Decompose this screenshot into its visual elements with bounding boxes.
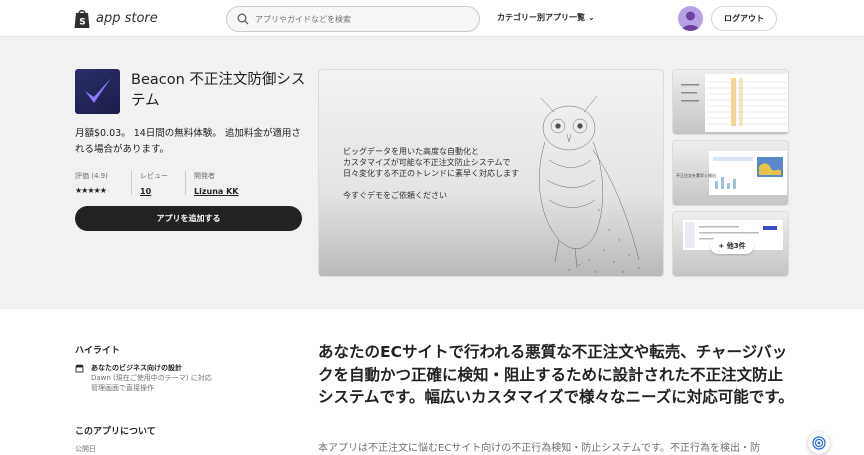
search-box[interactable]: [226, 6, 480, 32]
highlight-item: あなたのビジネス向けの設計 Dawn (現在ご使用中のテーマ) に対応 管理画面…: [75, 363, 212, 393]
pricing-text: 月額$0.03。 14日間の無料体験。 追加料金が適用される場合があります。: [75, 128, 301, 155]
developer-block: 開発者 Lizuna KK: [194, 171, 238, 196]
logo-text: app store: [96, 11, 158, 26]
app-icon: [75, 69, 120, 114]
screenshot-caption: ビッグデータを用いた高度な自動化と カスタマイズが可能な不正注文防止システムで …: [343, 146, 519, 201]
top-header: S app store カテゴリー別アプリ一覧 ⌄ ログアウト: [0, 0, 864, 37]
owl-illustration: [539, 95, 640, 273]
logout-button[interactable]: ログアウト: [711, 6, 777, 31]
screenshot-thumbnail[interactable]: [672, 69, 789, 135]
categories-label: カテゴリー別アプリ一覧: [497, 13, 585, 22]
developer-label: 開発者: [194, 172, 215, 180]
caption-line: ビッグデータを用いた高度な自動化と: [343, 147, 479, 156]
search-icon: [237, 13, 249, 25]
meta-divider: [131, 171, 132, 195]
add-app-button[interactable]: アプリを追加する: [75, 206, 302, 231]
published-label: 公開日: [75, 445, 96, 453]
shopify-bag-icon: S: [74, 9, 90, 28]
chat-spiral-icon: [812, 436, 826, 450]
checkmark-logo-icon: [85, 78, 111, 103]
analytics-map-preview: 不正注文を素早く検出: [676, 151, 787, 195]
highlight-heading: あなたのビジネス向けの設計: [91, 364, 182, 372]
screenshot-thumbnail[interactable]: 不正注文を素早く検出: [672, 140, 789, 206]
main-screenshot[interactable]: ビッグデータを用いた高度な自動化と カスタマイズが可能な不正注文防止システムで …: [318, 69, 664, 277]
categories-menu[interactable]: カテゴリー別アプリ一覧 ⌄: [497, 12, 595, 23]
svg-text:S: S: [79, 18, 85, 28]
meta-divider: [185, 171, 186, 195]
description-body: 本アプリは不正注文に悩むECサイト向けの不正行為検知・防止システムです。不正行為…: [318, 443, 761, 454]
reviews-block: レビュー 10: [140, 171, 168, 196]
highlight-detail: Dawn (現在ご使用中のテーマ) に対応: [91, 374, 212, 382]
app-store-logo[interactable]: S app store: [73, 8, 158, 29]
screenshot-thumbnail[interactable]: + 他3件: [672, 211, 789, 277]
rating-stars: ★★★★★: [75, 186, 107, 195]
description-headline: あなたのECサイトで行われる悪質な不正注文や転売、チャージバックを自動かつ正確に…: [318, 343, 794, 406]
user-avatar[interactable]: [678, 6, 703, 31]
highlights-heading: ハイライト: [75, 346, 120, 356]
caption-cta: 今すぐデモをご依頼ください: [343, 191, 447, 200]
chevron-down-icon: ⌄: [588, 13, 595, 22]
user-icon: [682, 11, 699, 31]
highlight-detail: 管理画面で直接操作: [91, 384, 154, 392]
thumbnail-caption: 不正注文を素早く検出: [676, 172, 716, 178]
about-heading: このアプリについて: [75, 427, 156, 437]
reviews-count-link[interactable]: 10: [140, 187, 168, 196]
store-icon: [75, 364, 84, 373]
chat-button[interactable]: [808, 432, 830, 454]
developer-link[interactable]: Lizuna KK: [194, 187, 238, 196]
more-screenshots-button[interactable]: + 他3件: [710, 237, 754, 254]
caption-line: カスタマイズが可能な不正注文防止システムで: [343, 158, 511, 167]
rating-block: 評価 (4.9) ★★★★★: [75, 171, 108, 195]
reviews-label: レビュー: [140, 172, 168, 180]
dashboard-table-preview: [681, 74, 788, 132]
rating-label: 評価 (4.9): [75, 172, 108, 180]
search-input[interactable]: [255, 14, 465, 24]
caption-line: 日々変化する不正のトレンドに素早く対応します: [343, 169, 519, 178]
app-title: Beacon 不正注文防御システム: [131, 72, 306, 109]
